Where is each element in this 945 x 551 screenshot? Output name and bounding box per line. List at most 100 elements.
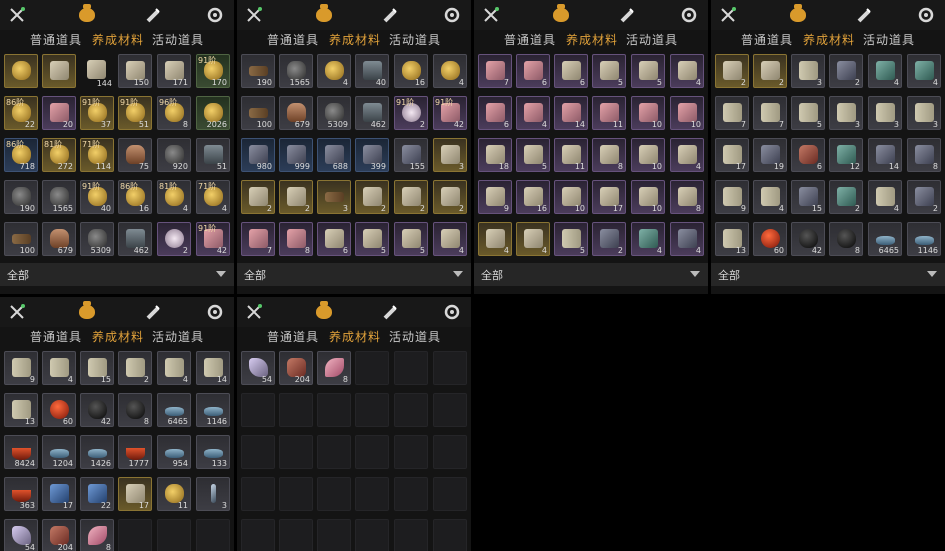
empty-slot[interactable]	[355, 393, 389, 427]
empty-slot[interactable]	[394, 519, 428, 551]
item-slot[interactable]: 4	[516, 96, 550, 130]
item-slot[interactable]: 3	[791, 54, 825, 88]
empty-slot[interactable]	[394, 393, 428, 427]
item-slot[interactable]: 4	[42, 351, 76, 385]
item-slot[interactable]: 204	[42, 519, 76, 551]
item-slot[interactable]: 5309	[80, 222, 114, 256]
item-slot[interactable]: 13	[4, 393, 38, 427]
tab-3[interactable]: 活动道具	[152, 328, 204, 345]
coin-nav-icon[interactable]	[915, 4, 937, 26]
item-slot[interactable]: 9	[715, 180, 749, 214]
item-slot[interactable]: 15	[80, 351, 114, 385]
bag-nav-icon[interactable]	[313, 4, 335, 26]
item-slot[interactable]: 11	[157, 477, 191, 511]
item-slot[interactable]: 2	[829, 180, 863, 214]
item-slot[interactable]: 6	[317, 222, 351, 256]
empty-slot[interactable]	[355, 435, 389, 469]
item-slot[interactable]: 4	[478, 222, 512, 256]
item-slot[interactable]: 16	[516, 180, 550, 214]
item-slot[interactable]: 60	[42, 393, 76, 427]
item-slot[interactable]: 688	[317, 138, 351, 172]
scroll-nav-icon[interactable]	[142, 4, 164, 26]
item-slot[interactable]: 8	[80, 519, 114, 551]
item-slot[interactable]: 91阶 42	[433, 96, 467, 130]
item-slot[interactable]: 155	[394, 138, 428, 172]
item-slot[interactable]: 11	[592, 96, 626, 130]
bag-nav-icon[interactable]	[787, 4, 809, 26]
item-slot[interactable]: 6465	[868, 222, 902, 256]
empty-slot[interactable]	[317, 435, 351, 469]
item-slot[interactable]: 81阶 4	[157, 180, 191, 214]
empty-slot[interactable]	[279, 519, 313, 551]
item-slot[interactable]: 6	[554, 54, 588, 88]
empty-slot[interactable]	[317, 477, 351, 511]
tab-2[interactable]: 养成材料	[92, 31, 144, 48]
coin-nav-icon[interactable]	[441, 301, 463, 323]
item-slot[interactable]: 17	[42, 477, 76, 511]
item-slot[interactable]: 4	[157, 351, 191, 385]
coin-nav-icon[interactable]	[441, 4, 463, 26]
item-slot[interactable]: 42	[791, 222, 825, 256]
item-slot[interactable]: 91阶 37	[80, 96, 114, 130]
tab-3[interactable]: 活动道具	[152, 31, 204, 48]
coin-nav-icon[interactable]	[204, 301, 226, 323]
battle-nav-icon[interactable]	[480, 4, 502, 26]
item-slot[interactable]: 8	[829, 222, 863, 256]
item-slot[interactable]: 71阶 4	[196, 180, 230, 214]
battle-nav-icon[interactable]	[243, 4, 265, 26]
item-slot[interactable]: 10	[631, 180, 665, 214]
tab-1[interactable]: 普通道具	[504, 31, 556, 48]
filter-dropdown[interactable]: 全部	[237, 263, 471, 286]
empty-slot[interactable]	[241, 519, 275, 551]
item-slot[interactable]: 462	[118, 222, 152, 256]
item-slot[interactable]: 5	[592, 54, 626, 88]
item-slot[interactable]: 1204	[42, 435, 76, 469]
tab-2[interactable]: 养成材料	[329, 328, 381, 345]
item-slot[interactable]: 204	[279, 351, 313, 385]
empty-slot[interactable]	[317, 519, 351, 551]
item-slot[interactable]: 51	[196, 138, 230, 172]
item-slot[interactable]: 4	[516, 222, 550, 256]
item-slot[interactable]: 8	[279, 222, 313, 256]
item-slot[interactable]: 4	[317, 54, 351, 88]
item-slot[interactable]: 5	[516, 138, 550, 172]
item-slot[interactable]: 54	[241, 351, 275, 385]
tab-1[interactable]: 普通道具	[267, 328, 319, 345]
tab-3[interactable]: 活动道具	[863, 31, 915, 48]
item-slot[interactable]: 7	[715, 96, 749, 130]
filter-dropdown[interactable]: 全部	[0, 263, 234, 286]
item-slot[interactable]: 1777	[118, 435, 152, 469]
item-slot[interactable]: 8	[907, 138, 941, 172]
tab-3[interactable]: 活动道具	[626, 31, 678, 48]
item-slot[interactable]: 4	[670, 54, 704, 88]
item-slot[interactable]: 91阶 40	[80, 180, 114, 214]
bag-nav-icon[interactable]	[550, 4, 572, 26]
item-slot[interactable]: 6465	[157, 393, 191, 427]
item-slot[interactable]: 86阶 22	[4, 96, 38, 130]
item-slot[interactable]: 10	[631, 96, 665, 130]
item-slot[interactable]: 20	[42, 96, 76, 130]
item-slot[interactable]: 4	[670, 138, 704, 172]
item-slot[interactable]: 71阶 114	[80, 138, 114, 172]
coin-nav-icon[interactable]	[678, 4, 700, 26]
tab-3[interactable]: 活动道具	[389, 31, 441, 48]
item-slot[interactable]: 3	[907, 96, 941, 130]
item-slot[interactable]: 5	[791, 96, 825, 130]
item-slot[interactable]: 14	[554, 96, 588, 130]
item-slot[interactable]: 60	[753, 222, 787, 256]
item-slot[interactable]: 4	[868, 54, 902, 88]
empty-slot[interactable]	[394, 351, 428, 385]
item-slot[interactable]: 12	[829, 138, 863, 172]
battle-nav-icon[interactable]	[6, 301, 28, 323]
empty-slot[interactable]	[355, 351, 389, 385]
item-slot[interactable]: 14	[196, 351, 230, 385]
empty-slot[interactable]	[196, 519, 230, 551]
tab-1[interactable]: 普通道具	[267, 31, 319, 48]
item-slot[interactable]: 6	[516, 54, 550, 88]
scroll-nav-icon[interactable]	[142, 301, 164, 323]
item-slot[interactable]: 10	[631, 138, 665, 172]
item-slot[interactable]: 4	[433, 54, 467, 88]
item-slot[interactable]: 679	[279, 96, 313, 130]
empty-slot[interactable]	[433, 393, 467, 427]
tab-2[interactable]: 养成材料	[566, 31, 618, 48]
